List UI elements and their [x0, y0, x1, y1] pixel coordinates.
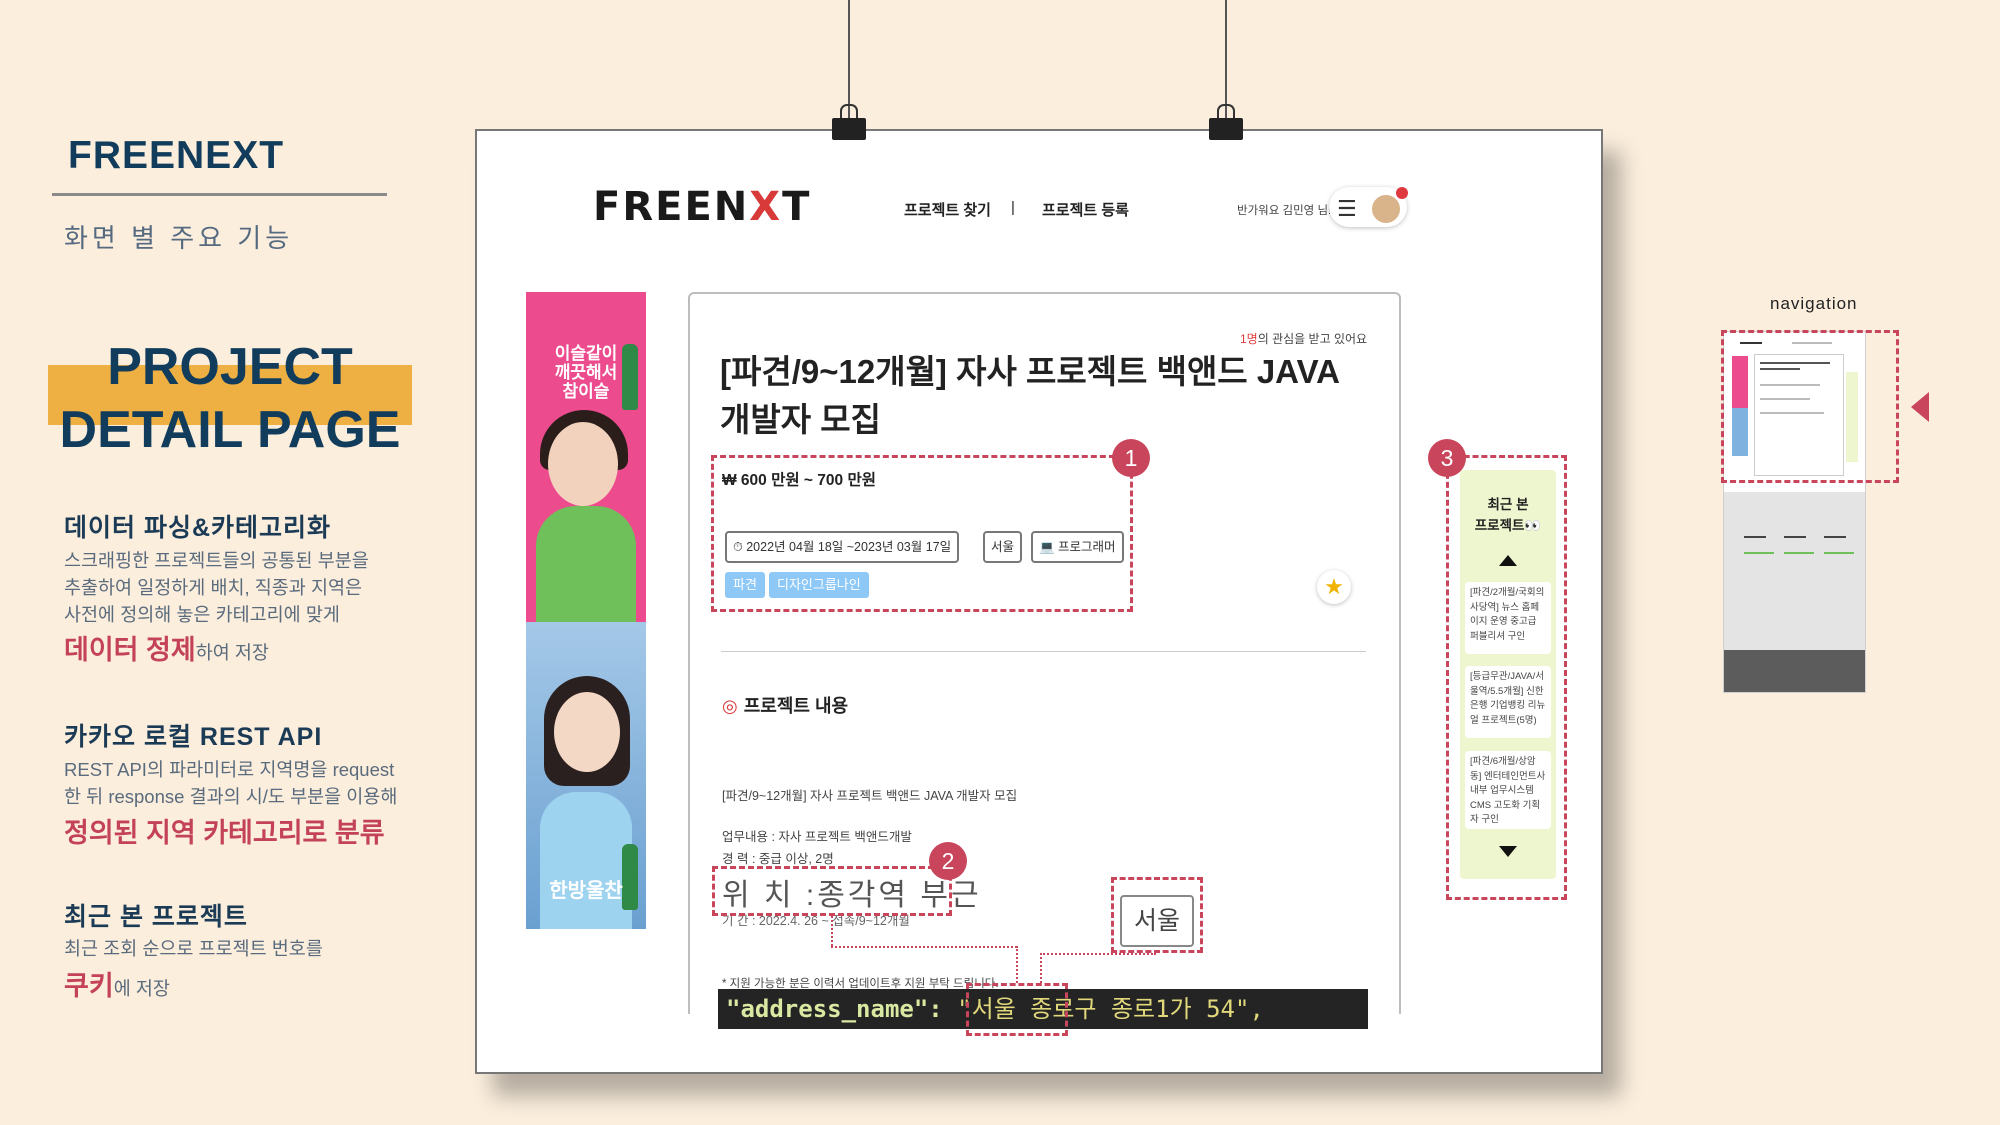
section-line: 스크래핑한 프로젝트들의 공통된 부분을: [64, 550, 369, 571]
scroll-down-arrow-icon[interactable]: [1499, 846, 1517, 857]
recent-projects-title: 최근 본 프로젝트👀: [1460, 494, 1556, 536]
thumb-text-line: [1824, 536, 1846, 538]
highlight-suffix: 하여 저장: [195, 642, 269, 663]
binder-clip-left: [832, 118, 866, 140]
slide-subtitle: 화면 별 주요 기능: [64, 223, 294, 253]
recent-project-item[interactable]: [파견/2개월/국회의사당역] 뉴스 홈페이지 운영 중고급 퍼블리셔 구인: [1465, 582, 1551, 654]
ad-model-outfit: [540, 792, 632, 929]
content-heading-label: 프로젝트 내용: [743, 696, 849, 716]
navigation-label: navigation: [1770, 294, 1858, 313]
slide-title: PROJECT DETAIL PAGE: [48, 336, 412, 462]
hamburger-menu-icon[interactable]: ☰: [1337, 196, 1357, 222]
ad-banner[interactable]: 이슬같이 깨끗해서 참이슬 한방울찬: [526, 292, 646, 929]
highlight-region-category: 정의된 지역 카테고리로 분류: [64, 818, 385, 848]
connector-line: [831, 916, 833, 946]
content-divider: [721, 651, 1366, 652]
section-heading-recent: 최근 본 프로젝트: [64, 903, 248, 931]
recent-project-item[interactable]: [파견/6개월/상암동] 엔터테인먼트사 내부 업무시스템 CMS 고도화 기획…: [1465, 751, 1551, 829]
section-body-kakao-api: REST API의 파라미터로 지역명을 request 한 뒤 respons…: [64, 756, 397, 810]
recent-project-item[interactable]: [등급무관/JAVA/서울역/5.5개월] 신한은행 기업뱅킹 리뉴얼 프로젝트…: [1465, 666, 1551, 738]
greeting-text: 반가워요 김민영 님!: [1237, 205, 1332, 217]
annotation-box-1: [711, 455, 1133, 612]
slide-title-line1: PROJECT: [107, 338, 353, 396]
interest-text: 의 관심을 받고 있어요: [1257, 332, 1368, 346]
connector-line: [1040, 953, 1042, 983]
logo-text-pre: FREEN: [593, 184, 750, 230]
logo-text-post: T: [782, 184, 812, 230]
navigation-viewport-box: [1721, 330, 1899, 483]
hanging-wire-right: [1225, 0, 1227, 118]
thumb-text-line: [1824, 552, 1854, 554]
section-highlight-line-recent: 쿠키에 저장: [64, 964, 170, 1003]
ad-copy-top: 이슬같이 깨끗해서 참이슬: [554, 344, 618, 401]
section-line: 추출하여 일정하게 배치, 직종과 지역은: [64, 577, 363, 598]
interest-number: 1명: [1240, 332, 1258, 346]
notification-dot-icon: [1396, 187, 1408, 199]
ad-model-outfit: [536, 506, 636, 622]
ad-model-face: [548, 422, 618, 506]
nav-separator: |: [1011, 199, 1015, 216]
section-heading-parsing: 데이터 파싱&카테고리화: [64, 514, 332, 542]
interest-count: 1명의 관심을 받고 있어요: [1240, 330, 1367, 347]
connector-line: [1040, 953, 1156, 955]
content-career: 경 력 : 중급 이상, 2명: [722, 852, 834, 866]
section-body-recent: 최근 조회 순으로 프로젝트 번호를: [64, 935, 323, 962]
ad-copy-bottom: 한방울찬: [549, 880, 623, 902]
annotation-box-region: [1111, 877, 1203, 953]
binder-clip-ring-left: [840, 104, 858, 118]
annotation-badge-1: 1: [1112, 439, 1150, 477]
section-heading-kakao-api: 카카오 로컬 REST API: [64, 723, 323, 751]
binder-clip-right: [1209, 118, 1243, 140]
navigation-pointer-icon: [1911, 392, 1929, 422]
annotation-badge-2: 2: [929, 842, 967, 880]
project-title: [파견/9~12개월] 자사 프로젝트 백앤드 JAVA 개발자 모집: [720, 353, 1339, 438]
thumb-text-line: [1744, 536, 1766, 538]
scroll-up-arrow-icon[interactable]: [1499, 555, 1517, 566]
section-line: 사전에 정의해 놓은 카테고리에 맞게: [64, 604, 340, 625]
section-highlight-line-kakao-api: 정의된 지역 카테고리로 분류: [64, 811, 385, 850]
content-body-title: [파견/9~12개월] 자사 프로젝트 백앤드 JAVA 개발자 모집: [722, 789, 1018, 803]
nav-register-project[interactable]: 프로젝트 등록: [1042, 199, 1129, 220]
content-duty: 업무내용 : 자사 프로젝트 백앤드개발: [722, 830, 912, 844]
annotation-box-code-city: [966, 983, 1068, 1036]
binder-clip-ring-right: [1217, 104, 1235, 118]
favorite-star-icon[interactable]: ★: [1317, 570, 1351, 604]
section-body-parsing: 스크래핑한 프로젝트들의 공통된 부분을 추출하여 일정하게 배치, 직종과 지…: [64, 547, 369, 628]
highlight-suffix: 에 저장: [113, 978, 170, 999]
highlight-cookie: 쿠키: [64, 971, 114, 1001]
brand-title: FREENEXT: [68, 134, 285, 177]
connector-line: [831, 946, 1017, 948]
section-highlight-line-parsing: 데이터 정제하여 저장: [64, 628, 269, 667]
thumb-text-line: [1784, 552, 1814, 554]
brand-divider: [52, 193, 387, 196]
logo-x-mark: X: [749, 184, 783, 230]
section-line: 최근 조회 순으로 프로젝트 번호를: [64, 938, 323, 959]
thumb-text-line: [1784, 536, 1806, 538]
target-icon: ◎: [722, 696, 738, 716]
slide-title-line2: DETAIL PAGE: [59, 401, 401, 459]
freenext-logo[interactable]: FREENXT: [593, 184, 811, 230]
annotation-box-2: [712, 866, 952, 916]
hanging-wire-left: [848, 0, 850, 118]
ad-model-face: [554, 692, 620, 772]
recent-title-line2: 프로젝트👀: [1474, 518, 1542, 533]
nav-find-projects[interactable]: 프로젝트 찾기: [904, 199, 991, 220]
code-key: "address_name":: [726, 995, 943, 1023]
highlight-data-cleansing: 데이터 정제: [64, 635, 196, 665]
section-line: REST API의 파라미터로 지역명을 request: [64, 759, 395, 780]
ad-bottom-panel: 한방울찬: [526, 622, 646, 929]
section-line: 한 뒤 response 결과의 시/도 부분을 이용해: [64, 786, 398, 807]
connector-line: [1016, 946, 1018, 983]
thumb-text-line: [1744, 552, 1774, 554]
content-heading: ◎ 프로젝트 내용: [722, 692, 848, 718]
avatar[interactable]: [1370, 193, 1402, 225]
thumb-footer: [1724, 650, 1865, 692]
soju-bottle-icon: [622, 344, 638, 410]
recent-title-line1: 최근 본: [1487, 497, 1529, 512]
